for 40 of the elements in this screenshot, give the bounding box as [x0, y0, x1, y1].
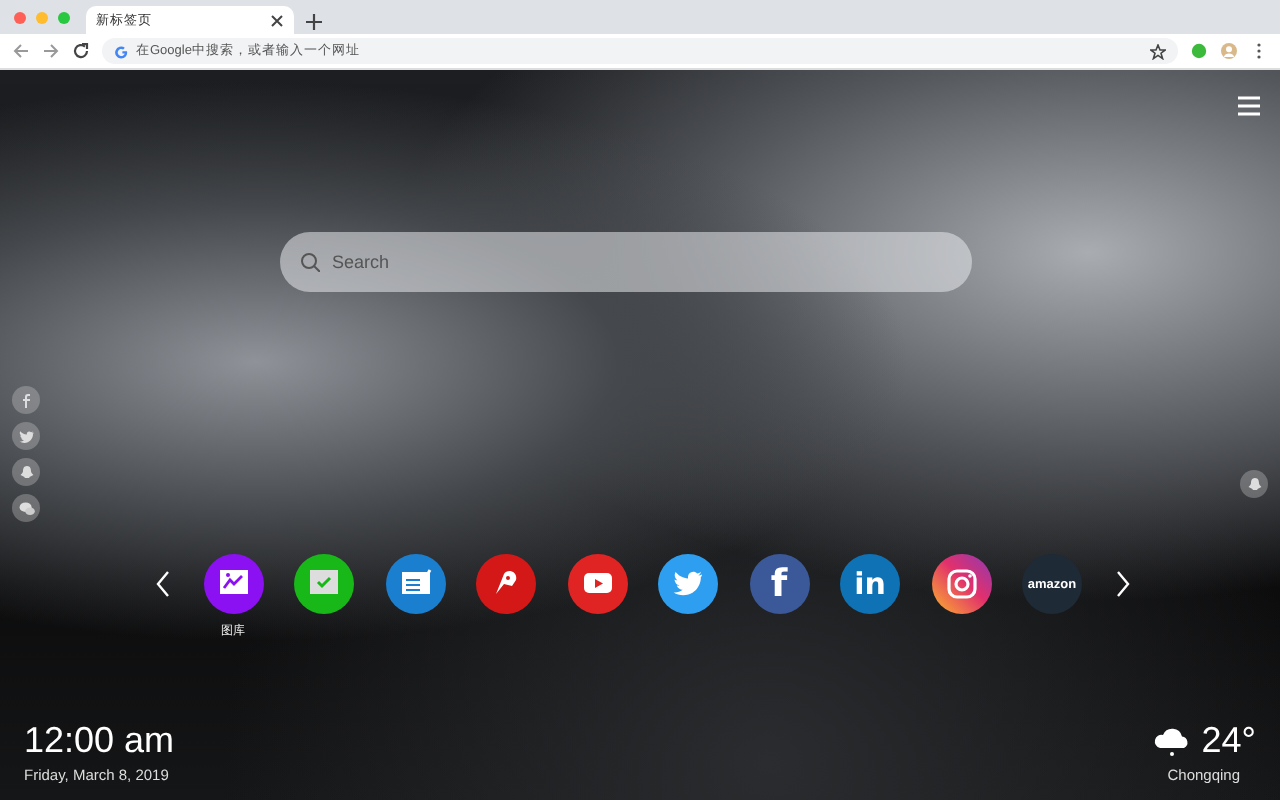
shortcut-button[interactable] [203, 554, 263, 614]
social-link[interactable] [12, 422, 40, 450]
clock-time: 12:00 am [24, 720, 175, 762]
close-icon [270, 13, 284, 27]
chart-image-icon [217, 568, 249, 600]
forward-arrow-icon[interactable] [42, 42, 60, 60]
shortcut-button[interactable] [476, 554, 536, 614]
chevron-left-icon[interactable] [156, 570, 172, 598]
bird-icon [17, 427, 35, 445]
search-icon [300, 252, 320, 272]
shortcut-button[interactable]: f [749, 554, 809, 614]
chat-bubbles-icon [17, 499, 35, 517]
reload-icon[interactable] [72, 42, 90, 60]
facebook-icon [17, 391, 35, 409]
menu-icon[interactable] [1238, 96, 1260, 116]
ghost-icon [17, 463, 35, 481]
back-arrow-icon[interactable] [12, 42, 30, 60]
social-link[interactable] [12, 458, 40, 486]
extension-icon[interactable] [1190, 42, 1208, 60]
new-tab-icon[interactable] [306, 14, 322, 30]
shortcut-button[interactable] [294, 554, 354, 614]
temperature: 24° [1201, 720, 1256, 762]
search-field[interactable]: Search [280, 232, 972, 292]
ghost-icon [1245, 475, 1263, 493]
shortcut-button[interactable] [931, 554, 991, 614]
shortcut-button[interactable]: in [840, 554, 900, 614]
chevron-right-icon[interactable] [1113, 570, 1129, 598]
ghost-button[interactable] [1240, 470, 1268, 498]
note-pencil-icon [399, 568, 431, 600]
shortcut-button[interactable] [385, 554, 445, 614]
camera-icon [945, 568, 977, 600]
bird-icon [672, 568, 704, 600]
star-icon[interactable] [1150, 43, 1166, 59]
google-icon [114, 43, 130, 59]
shortcut-button[interactable] [567, 554, 627, 614]
cloud-rain-icon [1151, 724, 1192, 758]
checkmark-icon [308, 568, 340, 600]
social-link[interactable] [12, 386, 40, 414]
shortcut-button[interactable] [658, 554, 718, 614]
social-link[interactable] [12, 494, 40, 522]
